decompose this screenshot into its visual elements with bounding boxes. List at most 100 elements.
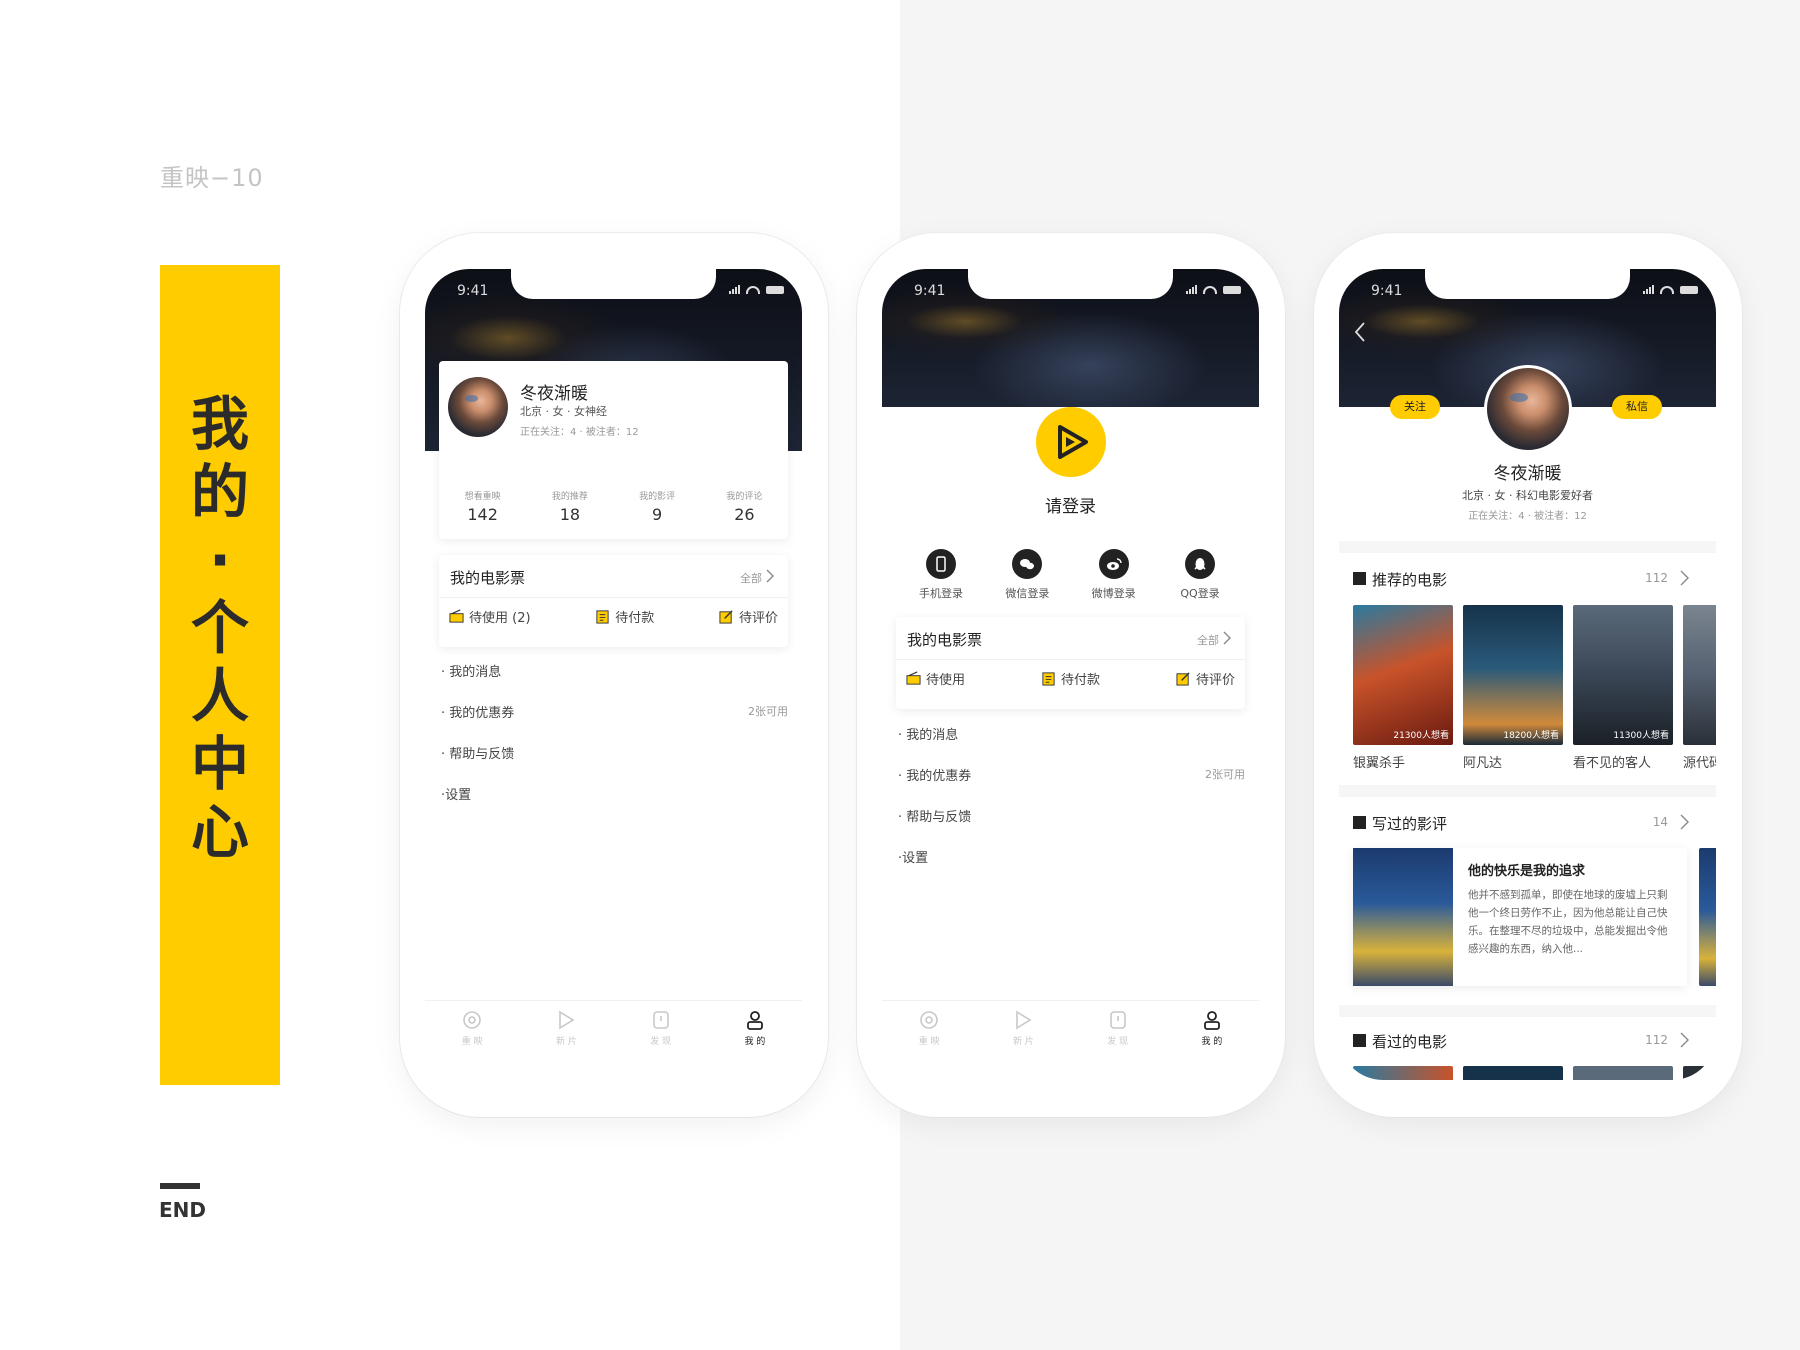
ticket-review[interactable]: 待评价: [1176, 669, 1235, 688]
screen-login: 9:41 请登录 手机登录 微信登录 微博登录 QQ登录 我的电影票 全部 待使…: [882, 269, 1259, 1080]
tab-discover[interactable]: 发 现: [1071, 1001, 1165, 1080]
movie-poster[interactable]: 11300人想看 看不见的客人: [1573, 605, 1673, 771]
poster-title: 看不见的客人: [1573, 756, 1652, 771]
app-logo[interactable]: [1036, 407, 1106, 477]
section-header-recommended[interactable]: 推荐的电影 112: [1353, 567, 1702, 591]
next-review-peek[interactable]: [1699, 848, 1716, 986]
chevron-right-icon[interactable]: [1676, 813, 1692, 831]
section-header-watched[interactable]: 看过的电影 112: [1353, 1029, 1702, 1053]
stat-label: 想看重映: [464, 492, 501, 502]
login-qq[interactable]: QQ登录: [1161, 549, 1239, 601]
poster-image: [1353, 1066, 1453, 1080]
login-weibo[interactable]: 微博登录: [1075, 549, 1153, 601]
chevron-right-icon[interactable]: [762, 568, 778, 584]
menu-item-coupons[interactable]: · 我的优惠券 2张可用: [439, 702, 788, 743]
play-icon: [559, 1010, 575, 1030]
section-marker: [1353, 1034, 1366, 1047]
menu-label: · 我的优惠券: [441, 706, 515, 721]
ticket-status-row: 待使用 (2) 待付款 待评价: [439, 607, 788, 626]
tab-bar: 重 映 新 片 发 现 我 的: [425, 1000, 802, 1080]
menu-item-settings[interactable]: ·设置: [439, 784, 788, 825]
signal-icon: [1643, 285, 1654, 294]
tab-rerun[interactable]: 重 映: [882, 1001, 976, 1080]
login-option-label: QQ登录: [1180, 587, 1220, 600]
tab-rerun[interactable]: 重 映: [425, 1001, 519, 1080]
status-icons: [1186, 285, 1241, 294]
stat-recommend[interactable]: 我的推荐 18: [526, 489, 613, 524]
menu-item-coupons[interactable]: · 我的优惠券 2张可用: [896, 765, 1245, 806]
section-header-reviews[interactable]: 写过的影评 14: [1353, 811, 1702, 835]
wifi-icon: [1660, 285, 1674, 294]
tab-new[interactable]: 新 片: [976, 1001, 1070, 1080]
discover-icon: [652, 1011, 669, 1029]
menu-item-help[interactable]: · 帮助与反馈: [896, 806, 1245, 847]
movie-poster[interactable]: [1573, 1066, 1673, 1080]
movie-poster[interactable]: [1683, 1066, 1716, 1080]
status-time: 9:41: [1371, 283, 1403, 299]
phone-notch: [1425, 269, 1630, 299]
clipboard-icon: [1042, 672, 1055, 686]
stat-value: 9: [652, 505, 663, 524]
stat-reviews[interactable]: 我的影评 9: [614, 489, 701, 524]
ticket-icon: [449, 609, 464, 623]
movie-poster[interactable]: 21300人想看 银翼杀手: [1353, 605, 1453, 771]
menu-item-settings[interactable]: ·设置: [896, 847, 1245, 888]
menu-item-help[interactable]: · 帮助与反馈: [439, 743, 788, 784]
tab-label: 新 片: [555, 1037, 577, 1047]
menu-item-messages[interactable]: · 我的消息: [896, 724, 1245, 765]
profile-name: 冬夜渐暖: [520, 384, 588, 404]
ticket-unused-label: 待使用 (2): [469, 611, 531, 626]
recommended-posters: 21300人想看 银翼杀手 18200人想看 阿凡达 11300人想看 看不见的…: [1353, 605, 1716, 771]
tab-discover[interactable]: 发 现: [614, 1001, 708, 1080]
section-marker: [1353, 816, 1366, 829]
chevron-right-icon[interactable]: [1676, 569, 1692, 587]
login-options: 手机登录 微信登录 微博登录 QQ登录: [902, 549, 1239, 601]
movie-poster[interactable]: [1463, 1066, 1563, 1080]
end-label: END: [159, 1198, 207, 1222]
ticket-unpaid[interactable]: 待付款: [1041, 669, 1100, 688]
phone-frame-user-page: 9:41 关注 私信 冬夜渐暖 北京 · 女 · 科幻电影爱好者 正在关注：4 …: [1314, 233, 1742, 1117]
user-icon: [1203, 1011, 1220, 1030]
poster-image: [1683, 605, 1716, 745]
section-count: 14: [1652, 815, 1668, 829]
ticket-unused[interactable]: 待使用: [906, 669, 965, 688]
tab-label: 发 现: [650, 1037, 672, 1047]
poster-title: 源代码: [1683, 756, 1716, 771]
movie-poster[interactable]: [1353, 1066, 1453, 1080]
poster-wish-count: 18200人想看: [1503, 731, 1559, 741]
avatar[interactable]: [448, 377, 508, 437]
tab-bar: 重 映 新 片 发 现 我 的: [882, 1000, 1259, 1080]
ticket-unpaid[interactable]: 待付款: [595, 607, 654, 626]
section-title: 推荐的电影: [1372, 571, 1448, 589]
chevron-right-icon[interactable]: [1676, 1031, 1692, 1049]
ticket-unused[interactable]: 待使用 (2): [449, 607, 531, 626]
menu-label: · 我的消息: [441, 665, 502, 680]
follow-button[interactable]: 关注: [1390, 395, 1440, 419]
chevron-right-icon[interactable]: [1219, 630, 1235, 646]
stat-value: 26: [734, 505, 755, 524]
tab-new[interactable]: 新 片: [519, 1001, 613, 1080]
tab-mine[interactable]: 我 的: [1165, 1001, 1259, 1080]
message-button[interactable]: 私信: [1612, 395, 1662, 419]
profile-card[interactable]: 冬夜渐暖 北京 · 女 · 女神经 正在关注：4 · 被注者：12 想看重映 14…: [439, 361, 788, 539]
tickets-all-link[interactable]: 全部: [740, 570, 762, 586]
stat-wishlist[interactable]: 想看重映 142: [439, 489, 526, 524]
movie-poster[interactable]: 18200人想看 阿凡达: [1463, 605, 1563, 771]
menu-item-messages[interactable]: · 我的消息: [439, 661, 788, 702]
phone-frame-profile: 9:41 冬夜渐暖 北京 · 女 · 女神经 正在关注：4 · 被注者：12 想…: [400, 233, 828, 1117]
login-phone[interactable]: 手机登录: [902, 549, 980, 601]
ticket-review[interactable]: 待评价: [719, 607, 778, 626]
movie-poster[interactable]: 源代码: [1683, 605, 1716, 771]
stat-label: 我的评论: [726, 492, 763, 502]
tab-mine[interactable]: 我 的: [708, 1001, 802, 1080]
stat-comments[interactable]: 我的评论 26: [701, 489, 788, 524]
login-wechat[interactable]: 微信登录: [988, 549, 1066, 601]
tickets-all-link[interactable]: 全部: [1197, 632, 1219, 648]
ticket-unused-label: 待使用: [926, 673, 966, 688]
settings-menu: · 我的消息 · 我的优惠券 2张可用 · 帮助与反馈 ·设置: [439, 661, 788, 825]
avatar[interactable]: [1484, 365, 1572, 453]
screen-profile: 9:41 冬夜渐暖 北京 · 女 · 女神经 正在关注：4 · 被注者：12 想…: [425, 269, 802, 1080]
review-card[interactable]: 他的快乐是我的追求 他并不感到孤单，即使在地球的废墟上只剩他一个终日劳作不止，因…: [1353, 848, 1687, 986]
login-title[interactable]: 请登录: [882, 492, 1259, 517]
back-chevron-icon[interactable]: [1353, 321, 1367, 343]
